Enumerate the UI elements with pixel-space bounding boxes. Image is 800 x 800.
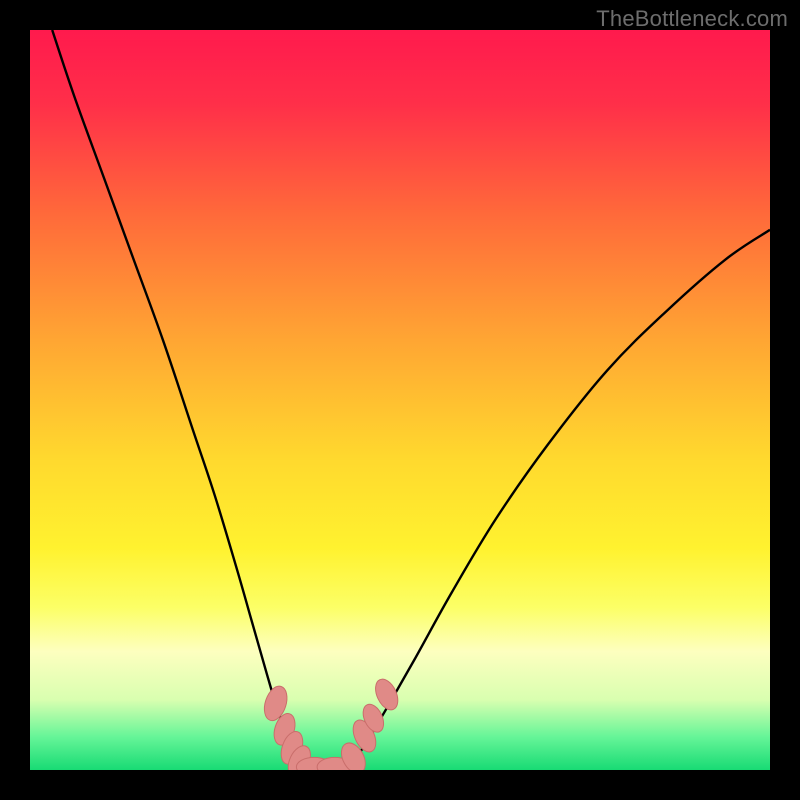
outer-frame: TheBottleneck.com: [0, 0, 800, 800]
chart-svg: [30, 30, 770, 770]
gradient-background: [30, 30, 770, 770]
plot-area: [30, 30, 770, 770]
watermark-text: TheBottleneck.com: [596, 6, 788, 32]
